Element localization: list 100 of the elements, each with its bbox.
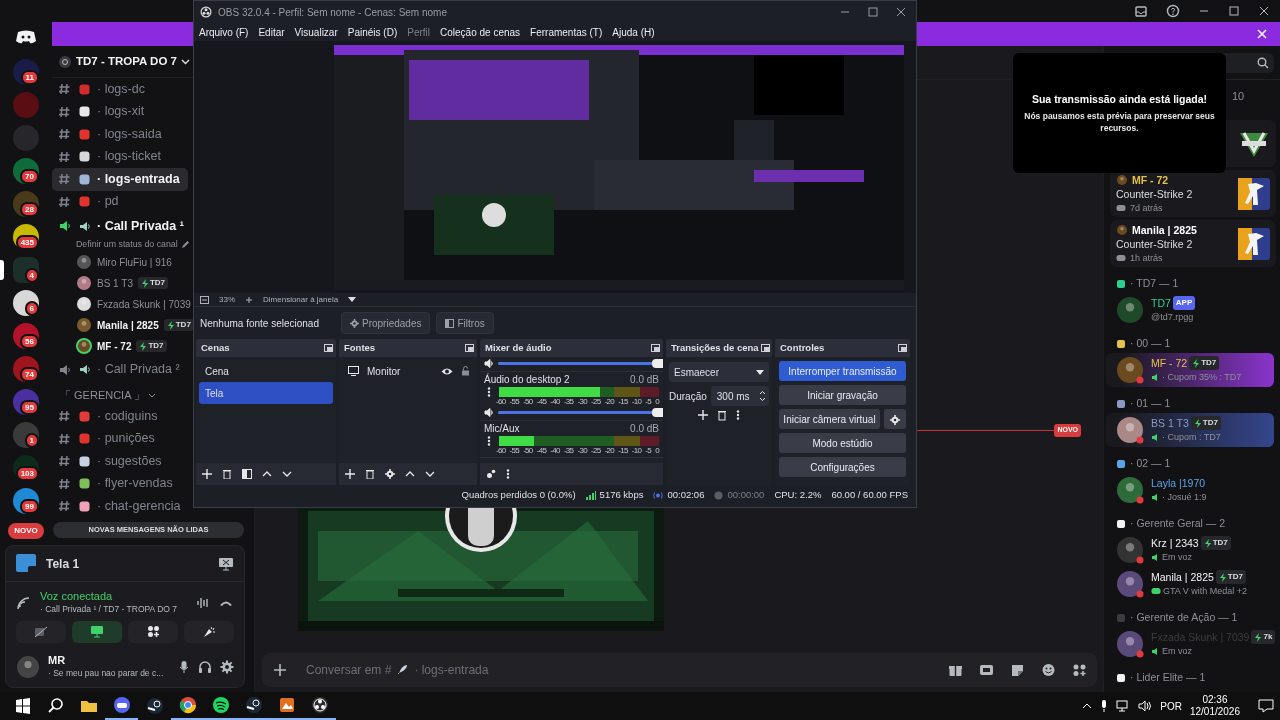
server-icon[interactable]: 56 xyxy=(13,323,39,349)
scale-label: -45 xyxy=(536,398,547,406)
scale-label: 0 xyxy=(655,447,659,455)
member-item[interactable]: MF - 72 TD7 · Cupom 35% : TD7 xyxy=(1106,353,1274,387)
scale-label: -10 xyxy=(631,447,642,455)
channel-item[interactable]: · logs-dc xyxy=(52,78,153,101)
scale-label: -30 xyxy=(577,398,587,406)
member-item[interactable]: TD7 APP @td7.rpgg xyxy=(1106,293,1274,327)
category-header[interactable]: 「 GERENCIA 」 xyxy=(52,385,162,405)
scale-label: -5 xyxy=(645,447,652,455)
server-name[interactable]: TD7 - TROPA DO 7 xyxy=(76,52,177,71)
server-icon[interactable]: 435 xyxy=(13,224,39,250)
custom-status: Em voz xyxy=(1162,645,1192,658)
server-icon[interactable]: 70 xyxy=(13,158,39,184)
channel-item[interactable]: · chat-gerencia xyxy=(52,495,189,518)
member-item[interactable]: Krz | 2343 TD7 Em voz xyxy=(1106,533,1274,567)
game-name: Counter-Strike 2 xyxy=(1116,236,1194,251)
control-button[interactable]: Modo estúdio xyxy=(779,433,906,453)
duration-field[interactable]: 300 ms xyxy=(710,386,769,406)
menu-item[interactable]: Visualizar xyxy=(294,24,338,40)
voice-channel[interactable]: · Call Privada ¹ xyxy=(52,215,192,238)
member-item[interactable]: Layla |1970 · Josué 1:9 xyxy=(1106,473,1274,507)
voice-user-name[interactable]: MF - 72 xyxy=(97,338,132,354)
control-button[interactable]: Interromper transmissão xyxy=(779,361,906,381)
unread-badge: 6 xyxy=(24,301,39,316)
channel-name: · punições xyxy=(97,430,155,448)
server-icon[interactable]: 103 xyxy=(13,455,39,481)
scale-label: -60 xyxy=(496,398,506,406)
volume-reading: 0.0 dB xyxy=(630,423,659,434)
panel-title: Mixer de áudio xyxy=(485,340,552,355)
voice-status: Voz conectada xyxy=(40,590,114,604)
language-indicator[interactable]: POR xyxy=(1160,698,1182,714)
server-icon[interactable]: 6 xyxy=(13,290,39,316)
unread-badge: 56 xyxy=(20,334,39,349)
fit-to-window[interactable]: Dimensionar à janela xyxy=(263,293,339,306)
channel-item[interactable]: · logs-saida xyxy=(52,123,170,146)
server-icon[interactable]: 4 xyxy=(13,257,39,283)
menu-item[interactable]: Arquivo (F) xyxy=(199,24,249,40)
channel-item[interactable]: · pd xyxy=(52,190,127,213)
channel-item[interactable]: · punições xyxy=(52,427,163,450)
voice-user-name[interactable]: Fxzada Skunk | 7039 xyxy=(97,296,191,312)
scale-label: -20 xyxy=(604,398,615,406)
control-button[interactable]: Iniciar gravação xyxy=(779,385,906,405)
channel-item[interactable]: · logs-entrada xyxy=(52,168,188,191)
menu-item[interactable]: Painéis (D) xyxy=(347,24,398,40)
clock[interactable]: 02:36 12/01/2026 xyxy=(1189,694,1240,718)
control-button[interactable]: Iniciar câmera virtual xyxy=(779,409,880,429)
member-item[interactable]: BS 1 T3 TD7 · Cupom : TD7 xyxy=(1106,413,1274,447)
activity-time: 7d atrás xyxy=(1130,201,1163,215)
control-button[interactable]: Configurações xyxy=(779,457,906,477)
scale-label: -40 xyxy=(550,447,560,455)
activity-card[interactable]: Manila | 2825 Counter-Strike 2 1h atrás xyxy=(1110,220,1276,267)
member-name: Krz | 2343 xyxy=(1151,536,1199,550)
channel-item[interactable]: · logs-ticket xyxy=(52,145,169,168)
user-handle: @td7.rpgg xyxy=(1151,311,1194,324)
properties-button[interactable]: Propriedades xyxy=(341,312,431,334)
voice-channel[interactable]: · Call Privada ² xyxy=(52,358,188,381)
menu-item[interactable]: Ferramentas (T) xyxy=(530,24,603,40)
voice-user-name[interactable]: Manila | 2825 xyxy=(97,317,159,333)
panel-title: Cenas xyxy=(201,340,230,355)
menu-item[interactable]: Editar xyxy=(258,24,285,40)
new-pill[interactable]: NOVO xyxy=(8,523,44,539)
role-header: · 02 — 1 xyxy=(1130,456,1171,472)
scale-label: -55 xyxy=(509,447,520,455)
guild-tag: TD7 xyxy=(137,277,169,289)
server-icon[interactable]: 99 xyxy=(13,488,39,514)
server-icon[interactable]: 11 xyxy=(13,59,39,85)
server-icon[interactable]: 28 xyxy=(13,191,39,217)
channel-item[interactable]: · sugestões xyxy=(52,450,170,473)
server-icon[interactable]: 1 xyxy=(13,422,39,448)
guild-tag: TD7 xyxy=(1189,356,1220,370)
filters-button[interactable]: Filtros xyxy=(436,312,494,334)
channel-item[interactable]: · flyer-vendas xyxy=(52,472,181,495)
channel-status[interactable]: Definir um status do canal xyxy=(76,237,178,252)
volume-reading: 0.0 dB xyxy=(630,374,659,385)
popup-message: Nós pausamos esta prévia para preservar seus recursos. xyxy=(1023,110,1216,135)
user-name: Manila | 2825 xyxy=(1132,222,1197,237)
scale-label: 0 xyxy=(655,398,659,406)
server-icon[interactable]: 74 xyxy=(13,356,39,382)
menu-item[interactable]: Ajuda (H) xyxy=(612,24,655,40)
channel-item[interactable]: · logs-xit xyxy=(52,100,153,123)
role-header: · 01 — 1 xyxy=(1130,396,1171,412)
voice-channel-link[interactable]: · Call Privada ¹ / TD7 - TROPA DO 7 xyxy=(40,603,177,617)
menu-item[interactable]: Coleção de cenas xyxy=(440,24,521,40)
source-item[interactable]: Monitor xyxy=(342,360,474,382)
server-icon[interactable]: 95 xyxy=(13,389,39,415)
channel-item[interactable]: · codiguins xyxy=(52,405,166,428)
composer-placeholder[interactable]: Conversar em # xyxy=(306,660,392,679)
channel-name: · chat-gerencia xyxy=(97,497,181,515)
dropped-frames: Quadros perdidos 0 (0.0%) xyxy=(461,487,576,503)
scene-item[interactable]: Tela xyxy=(199,382,333,404)
voice-user-name[interactable]: BS 1 T3 xyxy=(97,275,133,291)
transition-dropdown[interactable]: Esmaecer xyxy=(669,362,769,382)
channel-name: · Call Privada ¹ xyxy=(97,217,184,235)
scene-item[interactable]: Cena xyxy=(199,360,333,382)
voice-user-name[interactable]: Miro FluFiu | 916 xyxy=(97,254,172,270)
activity-card[interactable]: MF - 72 Counter-Strike 2 7d atrás xyxy=(1110,170,1276,217)
channel-name: · sugestões xyxy=(97,452,162,470)
scale-label: -10 xyxy=(631,398,642,406)
member-item[interactable]: Manila | 2825 TD7 GTA V with Medal +2 xyxy=(1106,567,1274,601)
